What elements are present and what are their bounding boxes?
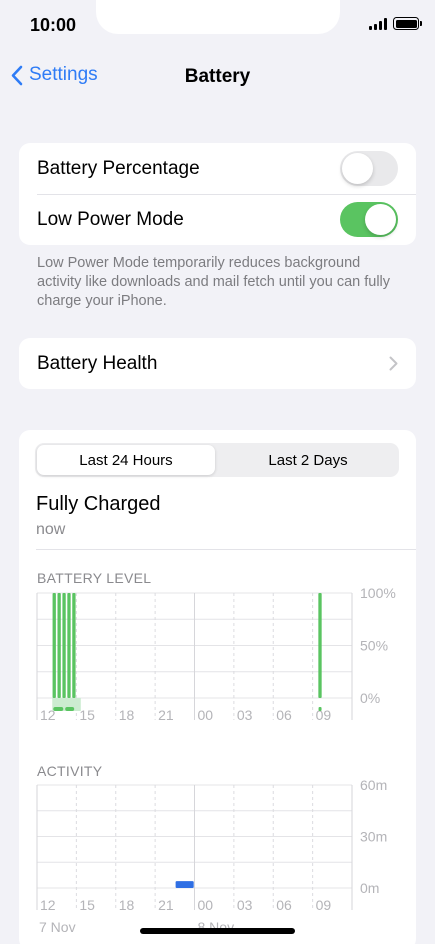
charge-status-title: Fully Charged bbox=[36, 493, 161, 515]
battery-settings-group: Battery Percentage Low Power Mode bbox=[19, 143, 416, 245]
battery-usage-card: Last 24 Hours Last 2 Days Fully Charged … bbox=[19, 430, 416, 944]
divider bbox=[36, 549, 416, 550]
x-tick-label: 09 bbox=[316, 707, 332, 723]
x-tick-label: 18 bbox=[119, 897, 135, 913]
y-tick-label: 60m bbox=[360, 780, 387, 793]
battery-health-group: Battery Health bbox=[19, 338, 416, 389]
x-tick-label: 12 bbox=[40, 897, 56, 913]
x-tick-label: 21 bbox=[158, 707, 174, 723]
low-power-mode-row: Low Power Mode bbox=[19, 194, 416, 245]
activity-chart: 60m30m0m12 15 18 21 00 03 06 097 Nov 8 Nov bbox=[36, 780, 387, 935]
battery-health-row[interactable]: Battery Health bbox=[19, 338, 416, 389]
data-bar bbox=[57, 593, 61, 698]
low-power-mode-toggle[interactable] bbox=[340, 202, 398, 237]
charge-status-time: now bbox=[36, 521, 66, 538]
time-range-segmented-control: Last 24 Hours Last 2 Days bbox=[35, 443, 399, 477]
date-label: 7 Nov bbox=[39, 919, 76, 935]
battery-percentage-toggle[interactable] bbox=[340, 151, 398, 186]
x-tick-label: 06 bbox=[276, 897, 292, 913]
home-indicator bbox=[140, 928, 295, 934]
y-tick-label: 50% bbox=[360, 638, 388, 654]
tab-last-2-days[interactable]: Last 2 Days bbox=[219, 445, 397, 475]
y-tick-label: 100% bbox=[360, 588, 396, 601]
x-tick-label: 06 bbox=[276, 707, 292, 723]
charging-indicator bbox=[318, 707, 322, 711]
chevron-right-icon bbox=[389, 356, 398, 371]
tab-last-24-hours[interactable]: Last 24 Hours bbox=[37, 445, 215, 475]
y-tick-label: 30m bbox=[360, 829, 387, 845]
charging-indicator bbox=[65, 707, 75, 711]
x-tick-label: 00 bbox=[198, 707, 214, 723]
status-icons bbox=[369, 17, 422, 30]
data-bar bbox=[62, 593, 66, 698]
notch bbox=[96, 0, 340, 34]
status-bar: 10:00 bbox=[0, 0, 435, 50]
x-tick-label: 15 bbox=[79, 897, 95, 913]
data-bar bbox=[318, 593, 322, 698]
battery-icon bbox=[393, 17, 422, 30]
x-tick-label: 03 bbox=[237, 707, 253, 723]
status-time: 10:00 bbox=[30, 15, 77, 35]
data-bar bbox=[67, 593, 71, 698]
low-power-mode-label: Low Power Mode bbox=[37, 208, 184, 230]
x-tick-label: 15 bbox=[79, 707, 95, 723]
charging-indicator bbox=[53, 707, 64, 711]
battery-percentage-label: Battery Percentage bbox=[37, 157, 200, 179]
low-power-footnote: Low Power Mode temporarily reduces backg… bbox=[37, 255, 391, 309]
y-tick-label: 0% bbox=[360, 690, 380, 706]
x-tick-label: 09 bbox=[316, 897, 332, 913]
cellular-signal-icon bbox=[369, 18, 387, 30]
battery-level-chart: 100%50%0%12 15 18 21 00 03 06 09 bbox=[36, 588, 396, 723]
battery-health-label: Battery Health bbox=[37, 352, 158, 374]
navigation-bar: Settings Battery bbox=[0, 56, 435, 100]
x-tick-label: 18 bbox=[119, 707, 135, 723]
battery-percentage-row: Battery Percentage bbox=[19, 143, 416, 194]
y-tick-label: 0m bbox=[360, 880, 379, 896]
x-tick-label: 03 bbox=[237, 897, 253, 913]
activity-chart-title: ACTIVITY bbox=[37, 763, 103, 779]
data-bar bbox=[72, 593, 76, 698]
page-title: Battery bbox=[184, 66, 251, 87]
data-bar bbox=[52, 593, 56, 698]
x-tick-label: 00 bbox=[198, 897, 214, 913]
x-tick-label: 21 bbox=[158, 897, 174, 913]
battery-level-chart-title: BATTERY LEVEL bbox=[37, 570, 152, 586]
data-bar bbox=[175, 881, 194, 888]
